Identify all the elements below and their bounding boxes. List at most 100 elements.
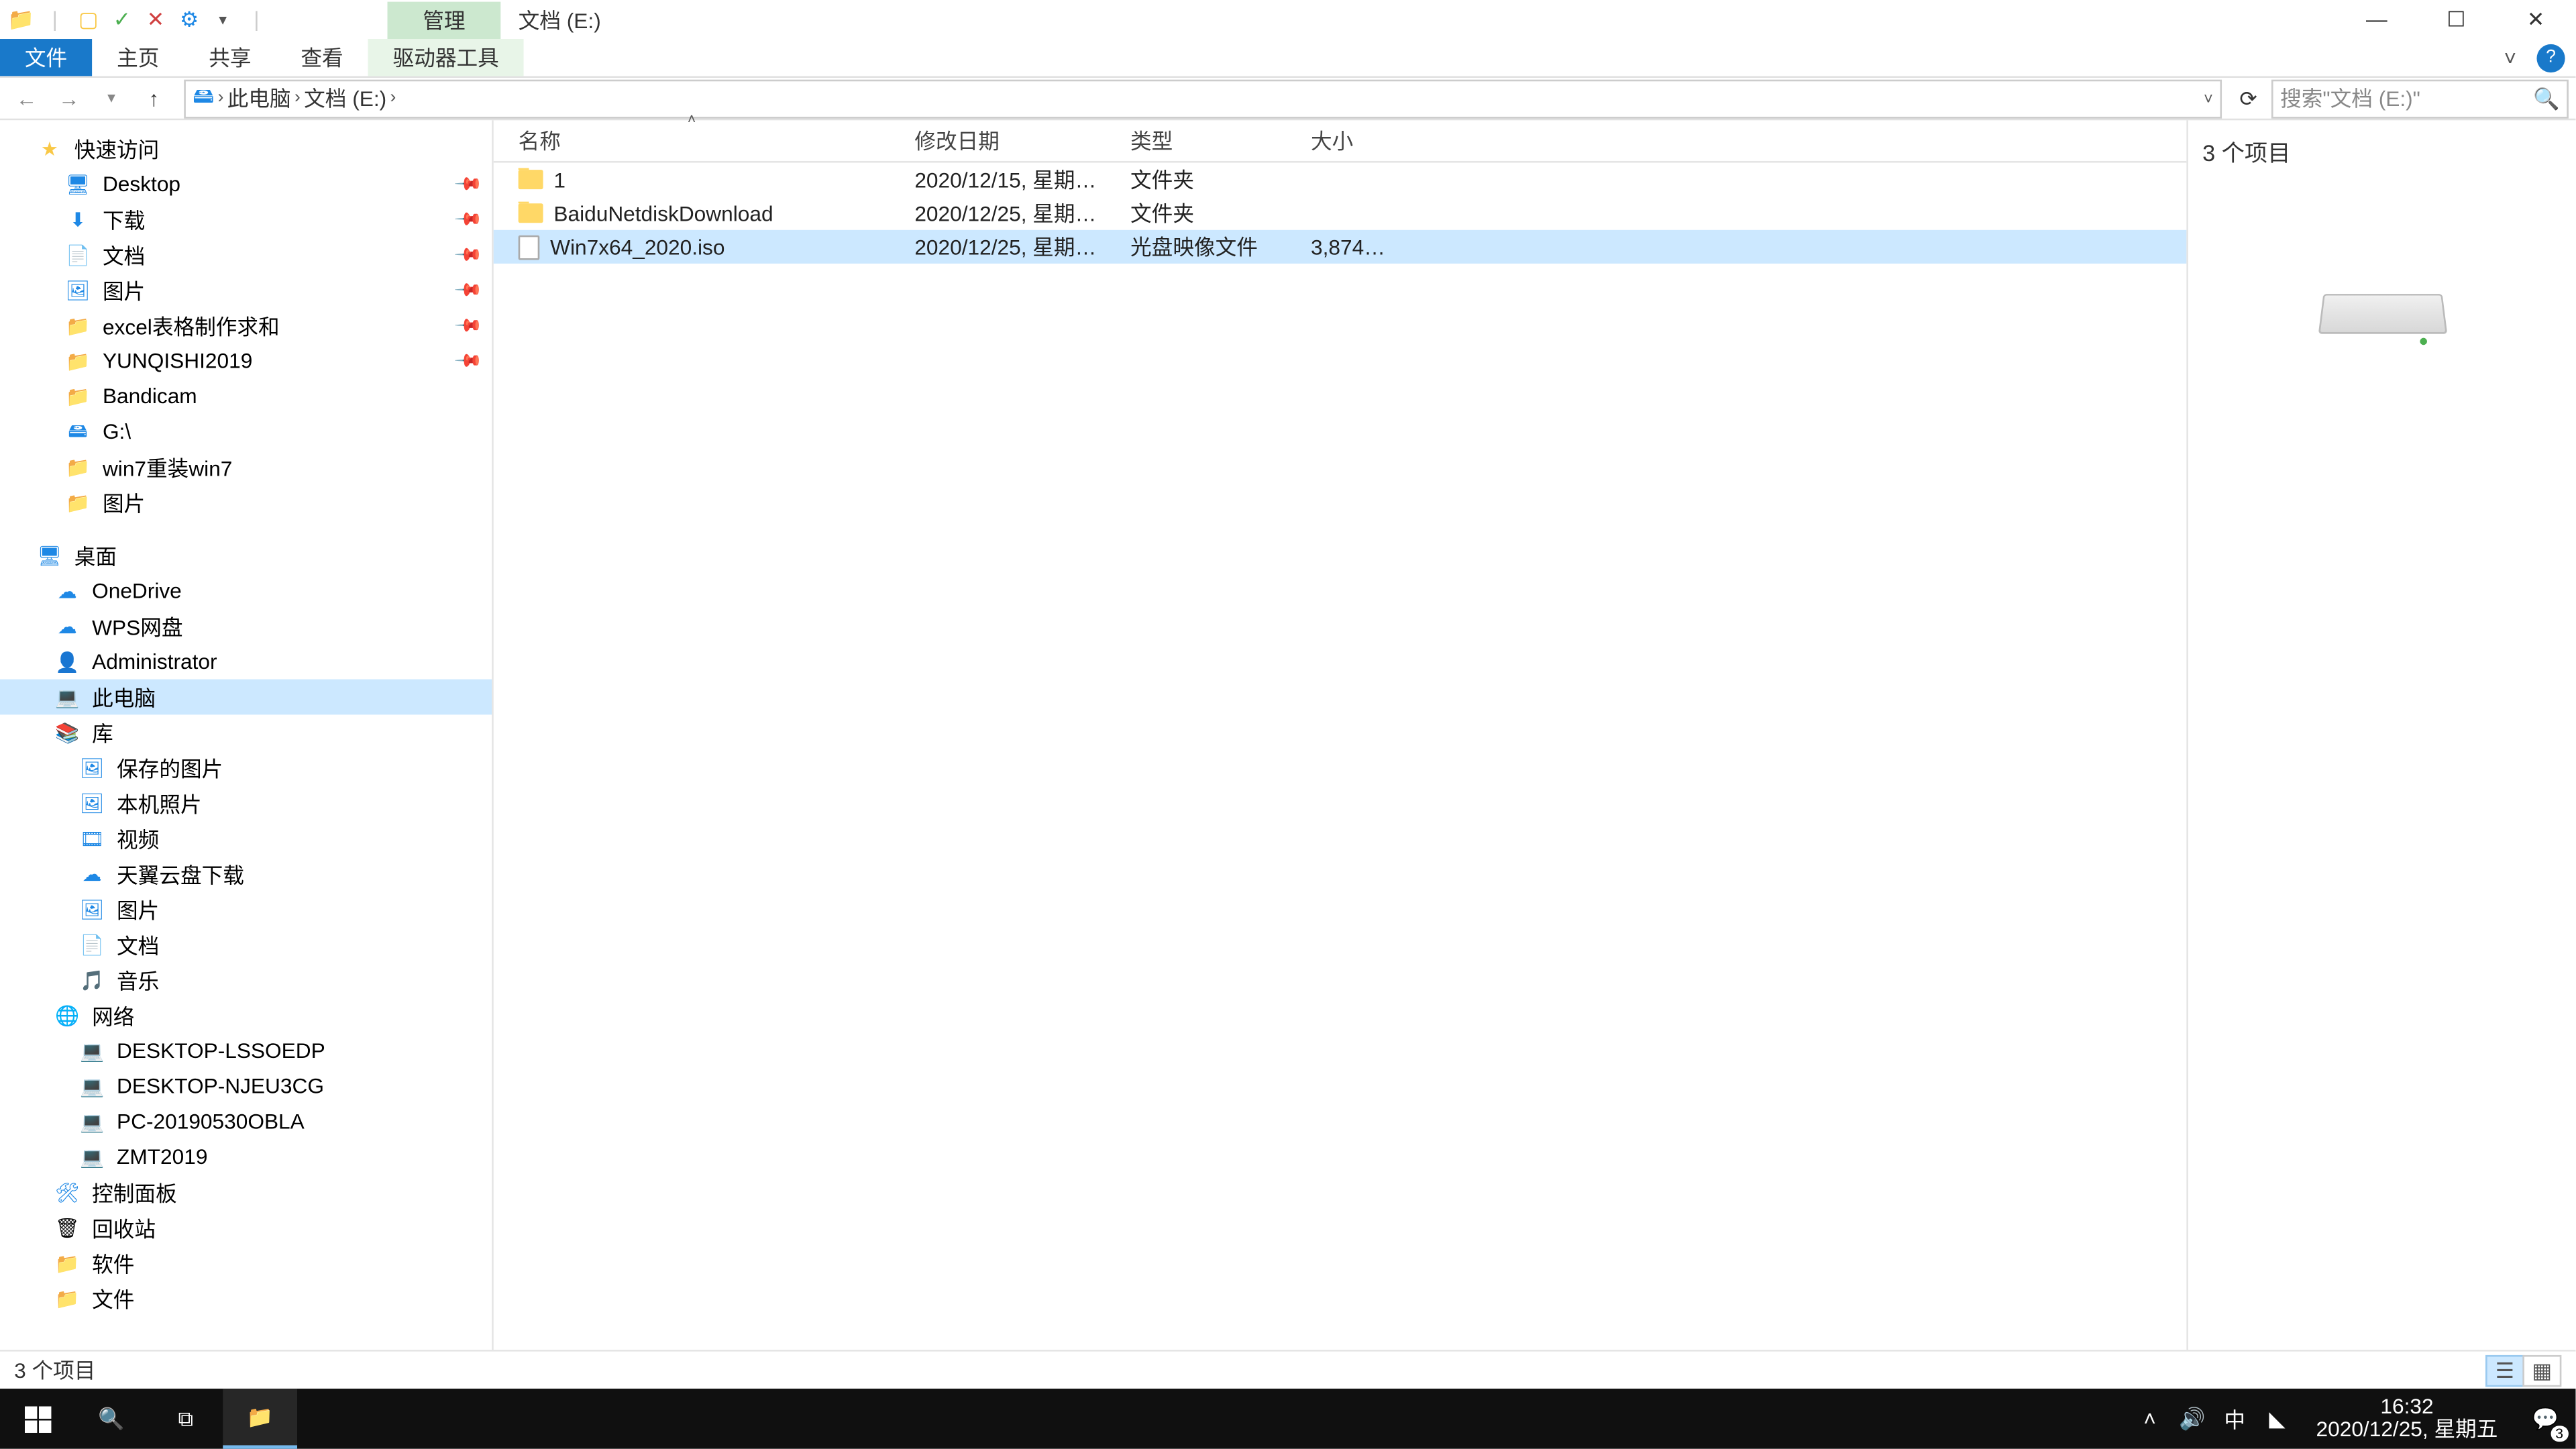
qat-check-icon[interactable]: ✓ [108,5,136,34]
crumb-this-pc[interactable]: 此电脑 [227,83,291,113]
help-icon[interactable]: ? [2536,44,2565,72]
system-tray: ˄ 🔊 中 ◣ 16:32 2020/12/25, 星期五 💬 3 [2129,1389,2575,1449]
tab-home[interactable]: 主页 [92,39,184,76]
ribbon-collapse-icon[interactable]: ˅ [2491,38,2530,77]
close-button[interactable]: ✕ [2496,0,2576,39]
nav-quick-item[interactable]: 🖴G:\ [0,414,492,449]
column-type[interactable]: 类型 [1106,125,1286,156]
chevron-right-icon[interactable]: › [294,89,301,108]
nav-desktop-item[interactable]: 💻ZMT2019 [0,1139,492,1175]
nav-quick-item[interactable]: 🖼图片📌 [0,272,492,308]
nav-desktop-item[interactable]: 🖼本机照片 [0,786,492,821]
nav-desktop-item[interactable]: 📁软件 [0,1245,492,1281]
nav-quick-item[interactable]: 📁图片 [0,485,492,521]
pc-icon: 💻 [78,1143,106,1171]
nav-quick-item[interactable]: ⬇下载📌 [0,202,492,237]
search-box[interactable]: 搜索"文档 (E:)" 🔍 [2271,78,2569,117]
breadcrumb[interactable]: 🖴 › 此电脑 › 文档 (E:) › ˅ [184,78,2222,117]
tab-drive-tools[interactable]: 驱动器工具 [368,39,524,76]
nav-desktop-item[interactable]: 🎵音乐 [0,963,492,998]
file-row[interactable]: BaiduNetdiskDownload2020/12/25, 星期五 1...… [494,197,2187,230]
explorer-taskbar-button[interactable]: 📁 [223,1389,297,1449]
file-row[interactable]: 12020/12/15, 星期二 1...文件夹 [494,163,2187,197]
folder-icon: 📁 [247,1405,273,1430]
nav-desktop-item[interactable]: 👤Administrator [0,644,492,680]
lib-icon: 📚 [53,718,81,747]
nav-desktop-item[interactable]: 🖼图片 [0,892,492,927]
pin-icon: 📌 [452,276,482,305]
view-icons-button[interactable]: ▦ [2522,1354,2561,1386]
titlebar: 📁 | ▢ ✓ ✕ ⚙ ▾ | 管理 文档 (E:) — ☐ ✕ [0,0,2575,39]
taskbar-time: 16:32 [2316,1396,2498,1419]
nav-quick-item[interactable]: 📁excel表格制作求和📌 [0,308,492,343]
forward-button[interactable]: → [50,78,89,117]
nav-desktop-item[interactable]: 📁文件 [0,1281,492,1316]
cell-type: 文件夹 [1106,164,1286,195]
qat-gear-icon[interactable]: ⚙ [175,5,203,34]
nav-desktop[interactable]: 🖥 桌面 [0,538,492,574]
minimize-button[interactable]: — [2337,0,2416,39]
search-icon[interactable]: 🔍 [2533,86,2559,111]
nav-quick-item[interactable]: 🖥Desktop📌 [0,166,492,202]
chevron-right-icon[interactable]: › [390,89,396,108]
nav-desktop-item[interactable]: 📚库 [0,714,492,750]
qat-dropdown-icon[interactable]: ▾ [209,5,237,34]
nav-desktop-item[interactable]: 🎞视频 [0,821,492,857]
nav-desktop-item[interactable]: 💻DESKTOP-LSSOEDP [0,1033,492,1069]
nav-desktop-item[interactable]: ☁天翼云盘下载 [0,856,492,892]
tray-overflow-icon[interactable]: ˄ [2129,1389,2171,1449]
nav-item-label: 文件 [92,1283,134,1313]
address-dropdown-icon[interactable]: ˅ [2204,89,2213,107]
nav-desktop-item[interactable]: 🖼保存的图片 [0,750,492,786]
nav-desktop-item[interactable]: ☁WPS网盘 [0,608,492,644]
nav-desktop-item[interactable]: 🛠控制面板 [0,1175,492,1210]
nav-item-label: DESKTOP-NJEU3CG [117,1074,324,1099]
nav-desktop-item[interactable]: 💻PC-20190530OBLA [0,1104,492,1139]
tray-app-icon[interactable]: ◣ [2256,1389,2298,1449]
ribbon-context-label: 管理 [388,1,501,38]
nav-desktop-item[interactable]: 💻此电脑 [0,680,492,715]
view-details-button[interactable]: ☰ [2485,1354,2524,1386]
column-name[interactable]: 名称 ˄ [494,125,890,156]
crumb-drive[interactable]: 文档 (E:) [304,83,386,113]
nav-desktop-item[interactable]: 📄文档 [0,927,492,963]
tab-view[interactable]: 查看 [276,39,368,76]
cell-date: 2020/12/25, 星期五 1... [890,198,1106,228]
action-center-button[interactable]: 💬 3 [2516,1389,2576,1449]
start-button[interactable] [0,1389,74,1449]
nav-item-label: win7重装win7 [103,452,232,482]
task-view-button[interactable]: ⧉ [149,1389,223,1449]
tab-share[interactable]: 共享 [184,39,276,76]
nav-quick-item[interactable]: 📁win7重装win7 [0,449,492,485]
nav-quick-item[interactable]: 📁YUNQISHI2019📌 [0,343,492,379]
tab-file[interactable]: 文件 [0,39,92,76]
volume-icon[interactable]: 🔊 [2171,1389,2213,1449]
cell-date: 2020/12/25, 星期五 1... [890,231,1106,262]
back-button[interactable]: ← [7,78,46,117]
maximize-button[interactable]: ☐ [2416,0,2496,39]
refresh-button[interactable]: ⟳ [2229,78,2268,117]
bin-icon: 🗑 [53,1214,81,1242]
iso-file-icon [519,234,540,259]
file-row[interactable]: Win7x64_2020.iso2020/12/25, 星期五 1...光盘映像… [494,230,2187,264]
navigation-tree[interactable]: ★ 快速访问 🖥Desktop📌⬇下载📌📄文档📌🖼图片📌📁excel表格制作求和… [0,120,494,1350]
nav-quick-item[interactable]: 📄文档📌 [0,237,492,272]
taskbar-clock[interactable]: 16:32 2020/12/25, 星期五 [2298,1396,2516,1442]
nav-quick-access[interactable]: ★ 快速访问 [0,131,492,166]
qat-app-icon[interactable]: 📁 [7,5,36,34]
recent-dropdown-icon[interactable]: ▾ [92,78,131,117]
qat-new-folder-icon[interactable]: ▢ [74,5,103,34]
nav-desktop-item[interactable]: 💻DESKTOP-NJEU3CG [0,1069,492,1104]
nav-quick-item[interactable]: 📁Bandicam [0,378,492,414]
nav-desktop-item[interactable]: ☁OneDrive [0,573,492,608]
column-date[interactable]: 修改日期 [890,125,1106,156]
nav-desktop-item[interactable]: 🗑回收站 [0,1210,492,1246]
qat-close-icon[interactable]: ✕ [142,5,170,34]
chevron-right-icon[interactable]: › [218,89,224,108]
search-button[interactable]: 🔍 [74,1389,149,1449]
nav-desktop-item[interactable]: 🌐网络 [0,998,492,1033]
column-size[interactable]: 大小 [1286,125,1395,156]
ime-indicator[interactable]: 中 [2214,1389,2256,1449]
cell-name: 1 [494,167,890,192]
up-button[interactable]: ↑ [134,78,173,117]
